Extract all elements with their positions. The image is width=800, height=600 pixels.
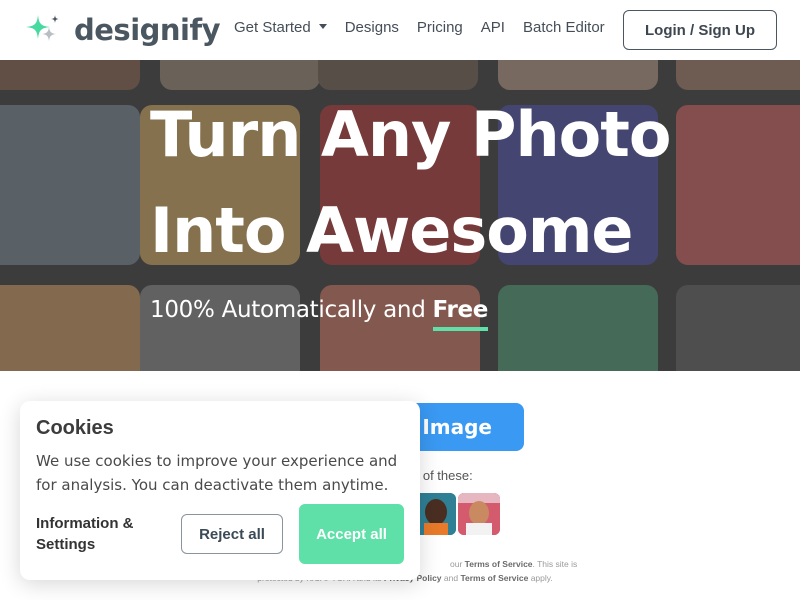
sample-image-man — [414, 493, 456, 535]
nav-designs[interactable]: Designs — [345, 19, 399, 36]
hero-subtitle-text: 100% Automatically and — [150, 297, 433, 323]
accept-all-button[interactable]: Accept all — [299, 504, 404, 564]
sample-image-woman — [458, 493, 500, 535]
nav-batch-editor[interactable]: Batch Editor — [523, 19, 605, 36]
legal-line-2-suffix: apply. — [528, 573, 553, 583]
hero-banner: Turn Any Photo Into Awesome 100% Automat… — [0, 60, 800, 371]
nav-get-started-label: Get Started — [234, 19, 311, 36]
terms-of-service-link[interactable]: Terms of Service — [460, 573, 528, 583]
legal-line-1-prefix: our — [450, 559, 465, 569]
nav-pricing[interactable]: Pricing — [417, 19, 463, 36]
nav-api[interactable]: API — [481, 19, 505, 36]
sample-image-thumbnail[interactable] — [414, 493, 456, 535]
brand-name: designify — [74, 13, 221, 47]
reject-all-button[interactable]: Reject all — [181, 514, 283, 554]
cookie-consent-dialog: Cookies We use cookies to improve your e… — [20, 401, 420, 580]
cookie-settings-link[interactable]: Information & Settings — [36, 513, 166, 555]
nav-menu: Get Started Designs Pricing API Batch Ed… — [234, 19, 623, 36]
nav-get-started[interactable]: Get Started — [234, 19, 327, 36]
try-sample-text: e of these: — [412, 468, 473, 483]
sample-image-thumbnail[interactable] — [458, 493, 500, 535]
top-navbar: designify Get Started Designs Pricing AP… — [0, 0, 800, 60]
brand-logo[interactable]: designify — [24, 13, 221, 47]
legal-line-2-and: and — [441, 573, 461, 583]
hero-subtitle: 100% Automatically and Free — [150, 297, 489, 331]
hero-title-line-2: Into Awesome — [150, 194, 633, 267]
cookie-title: Cookies — [36, 417, 114, 439]
sparkle-icon — [24, 13, 62, 47]
chevron-down-icon — [318, 23, 327, 29]
terms-of-service-link[interactable]: Terms of Service — [465, 559, 533, 569]
login-signup-button[interactable]: Login / Sign Up — [623, 10, 777, 50]
cookie-description: We use cookies to improve your experienc… — [36, 452, 398, 494]
legal-line-1-suffix: . This site is — [532, 559, 578, 569]
hero-subtitle-highlight: Free — [432, 297, 489, 331]
hero-title-line-1: Turn Any Photo — [150, 98, 671, 171]
